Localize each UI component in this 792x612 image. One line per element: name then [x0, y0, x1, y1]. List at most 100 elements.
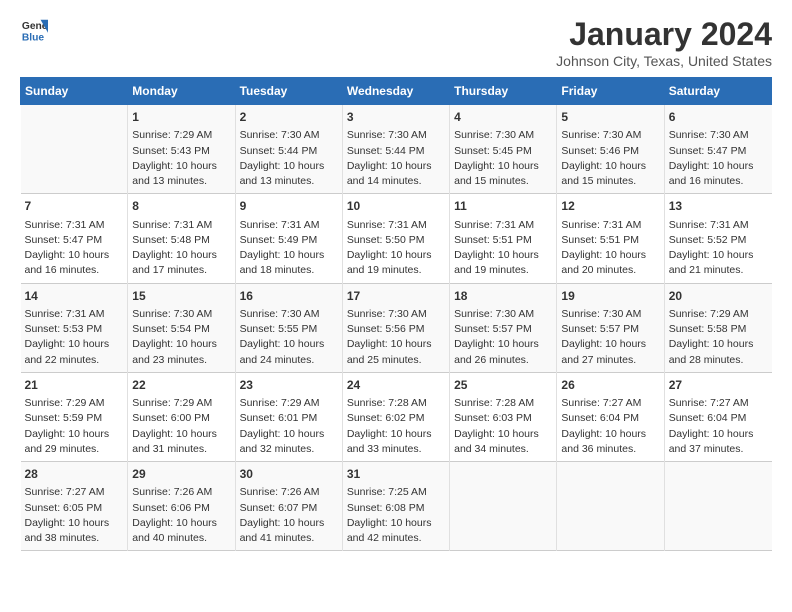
- calendar-cell: 13 Sunrise: 7:31 AM Sunset: 5:52 PM Dayli…: [664, 194, 771, 283]
- cell-detail: Sunrise: 7:31 AM Sunset: 5:52 PM Dayligh…: [669, 218, 768, 279]
- calendar-cell: 12 Sunrise: 7:31 AM Sunset: 5:51 PM Dayli…: [557, 194, 664, 283]
- calendar-cell: [664, 462, 771, 551]
- calendar-cell: [21, 105, 128, 194]
- cell-detail: Sunrise: 7:30 AM Sunset: 5:56 PM Dayligh…: [347, 307, 445, 368]
- day-number: 8: [132, 198, 230, 215]
- title-section: January 2024 Johnson City, Texas, United…: [556, 16, 772, 69]
- cell-detail: Sunrise: 7:31 AM Sunset: 5:47 PM Dayligh…: [25, 218, 124, 279]
- calendar-cell: 16Sunrise: 7:30 AM Sunset: 5:55 PM Dayli…: [235, 283, 342, 372]
- calendar-cell: 28Sunrise: 7:27 AM Sunset: 6:05 PM Dayli…: [21, 462, 128, 551]
- day-number: 2: [240, 109, 338, 126]
- calendar-body: 1Sunrise: 7:29 AM Sunset: 5:43 PM Daylig…: [21, 105, 772, 551]
- cell-detail: Sunrise: 7:31 AM Sunset: 5:51 PM Dayligh…: [561, 218, 659, 279]
- svg-text:Blue: Blue: [22, 32, 45, 43]
- cell-detail: Sunrise: 7:26 AM Sunset: 6:07 PM Dayligh…: [240, 485, 338, 546]
- day-number: 1: [132, 109, 230, 126]
- calendar-cell: 2Sunrise: 7:30 AM Sunset: 5:44 PM Daylig…: [235, 105, 342, 194]
- calendar-cell: 23Sunrise: 7:29 AM Sunset: 6:01 PM Dayli…: [235, 372, 342, 461]
- logo-icon: General Blue: [20, 16, 48, 44]
- subtitle: Johnson City, Texas, United States: [556, 53, 772, 69]
- day-number: 23: [240, 377, 338, 394]
- day-number: 19: [561, 288, 659, 305]
- day-number: 25: [454, 377, 552, 394]
- day-number: 13: [669, 198, 768, 215]
- day-number: 14: [25, 288, 124, 305]
- calendar-cell: 3Sunrise: 7:30 AM Sunset: 5:44 PM Daylig…: [342, 105, 449, 194]
- week-row-3: 14Sunrise: 7:31 AM Sunset: 5:53 PM Dayli…: [21, 283, 772, 372]
- calendar-cell: [557, 462, 664, 551]
- calendar-cell: 22 Sunrise: 7:29 AM Sunset: 6:00 PM Dayli…: [128, 372, 235, 461]
- day-header-sunday: Sunday: [21, 78, 128, 105]
- calendar-table: SundayMondayTuesdayWednesdayThursdayFrid…: [20, 77, 772, 551]
- cell-detail: Sunrise: 7:29 AM Sunset: 5:59 PM Dayligh…: [25, 396, 124, 457]
- day-header-thursday: Thursday: [450, 78, 557, 105]
- day-number: 7: [25, 198, 124, 215]
- day-number: 26: [561, 377, 659, 394]
- cell-detail: Sunrise: 7:30 AM Sunset: 5:55 PM Dayligh…: [240, 307, 338, 368]
- calendar-cell: 19Sunrise: 7:30 AM Sunset: 5:57 PM Dayli…: [557, 283, 664, 372]
- calendar-header-row: SundayMondayTuesdayWednesdayThursdayFrid…: [21, 78, 772, 105]
- calendar-cell: 5Sunrise: 7:30 AM Sunset: 5:46 PM Daylig…: [557, 105, 664, 194]
- week-row-4: 21 Sunrise: 7:29 AM Sunset: 5:59 PM Dayli…: [21, 372, 772, 461]
- day-number: 24: [347, 377, 445, 394]
- day-number: 18: [454, 288, 552, 305]
- cell-detail: Sunrise: 7:30 AM Sunset: 5:47 PM Dayligh…: [669, 128, 768, 189]
- day-header-friday: Friday: [557, 78, 664, 105]
- calendar-cell: 4 Sunrise: 7:30 AM Sunset: 5:45 PM Daylig…: [450, 105, 557, 194]
- cell-detail: Sunrise: 7:31 AM Sunset: 5:48 PM Dayligh…: [132, 218, 230, 279]
- week-row-5: 28Sunrise: 7:27 AM Sunset: 6:05 PM Dayli…: [21, 462, 772, 551]
- calendar-cell: 25 Sunrise: 7:28 AM Sunset: 6:03 PM Dayli…: [450, 372, 557, 461]
- calendar-cell: 20 Sunrise: 7:29 AM Sunset: 5:58 PM Dayli…: [664, 283, 771, 372]
- calendar-cell: 27Sunrise: 7:27 AM Sunset: 6:04 PM Dayli…: [664, 372, 771, 461]
- calendar-cell: 17 Sunrise: 7:30 AM Sunset: 5:56 PM Dayli…: [342, 283, 449, 372]
- day-number: 12: [561, 198, 659, 215]
- calendar-cell: 29 Sunrise: 7:26 AM Sunset: 6:06 PM Dayli…: [128, 462, 235, 551]
- calendar-cell: 31 Sunrise: 7:25 AM Sunset: 6:08 PM Dayli…: [342, 462, 449, 551]
- week-row-2: 7 Sunrise: 7:31 AM Sunset: 5:47 PM Daylig…: [21, 194, 772, 283]
- day-number: 6: [669, 109, 768, 126]
- calendar-cell: 1Sunrise: 7:29 AM Sunset: 5:43 PM Daylig…: [128, 105, 235, 194]
- calendar-cell: 7 Sunrise: 7:31 AM Sunset: 5:47 PM Daylig…: [21, 194, 128, 283]
- cell-detail: Sunrise: 7:30 AM Sunset: 5:57 PM Dayligh…: [454, 307, 552, 368]
- day-number: 21: [25, 377, 124, 394]
- cell-detail: Sunrise: 7:31 AM Sunset: 5:49 PM Dayligh…: [240, 218, 338, 279]
- cell-detail: Sunrise: 7:25 AM Sunset: 6:08 PM Dayligh…: [347, 485, 445, 546]
- calendar-cell: 14Sunrise: 7:31 AM Sunset: 5:53 PM Dayli…: [21, 283, 128, 372]
- day-number: 31: [347, 466, 445, 483]
- cell-detail: Sunrise: 7:31 AM Sunset: 5:51 PM Dayligh…: [454, 218, 552, 279]
- day-number: 3: [347, 109, 445, 126]
- cell-detail: Sunrise: 7:29 AM Sunset: 5:58 PM Dayligh…: [669, 307, 768, 368]
- day-number: 11: [454, 198, 552, 215]
- day-number: 22: [132, 377, 230, 394]
- cell-detail: Sunrise: 7:30 AM Sunset: 5:45 PM Dayligh…: [454, 128, 552, 189]
- cell-detail: Sunrise: 7:31 AM Sunset: 5:50 PM Dayligh…: [347, 218, 445, 279]
- calendar-cell: 6 Sunrise: 7:30 AM Sunset: 5:47 PM Daylig…: [664, 105, 771, 194]
- cell-detail: Sunrise: 7:28 AM Sunset: 6:03 PM Dayligh…: [454, 396, 552, 457]
- day-number: 4: [454, 109, 552, 126]
- calendar-cell: 18 Sunrise: 7:30 AM Sunset: 5:57 PM Dayli…: [450, 283, 557, 372]
- day-header-saturday: Saturday: [664, 78, 771, 105]
- calendar-cell: 10 Sunrise: 7:31 AM Sunset: 5:50 PM Dayli…: [342, 194, 449, 283]
- day-number: 29: [132, 466, 230, 483]
- calendar-cell: 11 Sunrise: 7:31 AM Sunset: 5:51 PM Dayli…: [450, 194, 557, 283]
- day-header-wednesday: Wednesday: [342, 78, 449, 105]
- cell-detail: Sunrise: 7:27 AM Sunset: 6:05 PM Dayligh…: [25, 485, 124, 546]
- day-number: 15: [132, 288, 230, 305]
- day-number: 9: [240, 198, 338, 215]
- header: General Blue January 2024 Johnson City, …: [20, 16, 772, 69]
- cell-detail: Sunrise: 7:30 AM Sunset: 5:46 PM Dayligh…: [561, 128, 659, 189]
- day-number: 10: [347, 198, 445, 215]
- day-number: 17: [347, 288, 445, 305]
- day-header-tuesday: Tuesday: [235, 78, 342, 105]
- logo: General Blue: [20, 16, 48, 44]
- calendar-cell: 21 Sunrise: 7:29 AM Sunset: 5:59 PM Dayli…: [21, 372, 128, 461]
- calendar-cell: 9 Sunrise: 7:31 AM Sunset: 5:49 PM Daylig…: [235, 194, 342, 283]
- calendar-cell: 15Sunrise: 7:30 AM Sunset: 5:54 PM Dayli…: [128, 283, 235, 372]
- cell-detail: Sunrise: 7:27 AM Sunset: 6:04 PM Dayligh…: [669, 396, 768, 457]
- day-number: 20: [669, 288, 768, 305]
- cell-detail: Sunrise: 7:29 AM Sunset: 6:00 PM Dayligh…: [132, 396, 230, 457]
- day-number: 30: [240, 466, 338, 483]
- calendar-cell: 8 Sunrise: 7:31 AM Sunset: 5:48 PM Daylig…: [128, 194, 235, 283]
- calendar-cell: [450, 462, 557, 551]
- cell-detail: Sunrise: 7:26 AM Sunset: 6:06 PM Dayligh…: [132, 485, 230, 546]
